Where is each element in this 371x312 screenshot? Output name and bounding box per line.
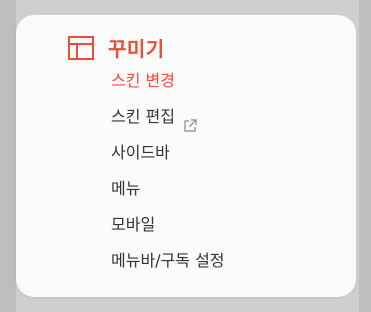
external-link-icon	[183, 110, 197, 132]
submenu-list: 스킨 변경 스킨 편집 사이드바 메뉴 모바일 메뉴바/구독 설정	[111, 63, 225, 279]
menu-item-menu[interactable]: 메뉴	[111, 171, 225, 207]
background-left	[0, 0, 16, 312]
menu-item-mobile[interactable]: 모바일	[111, 207, 225, 243]
section-title: 꾸미기	[108, 37, 165, 61]
section-header-customize[interactable]: 꾸미기	[68, 33, 165, 62]
menu-item-label: 사이드바	[111, 143, 170, 162]
menu-item-skin-edit[interactable]: 스킨 편집	[111, 99, 225, 135]
sidebar-menu-card: 꾸미기 스킨 변경 스킨 편집 사이드바 메뉴 모바일 메뉴바/구독 설정	[16, 15, 356, 297]
background-right	[359, 0, 371, 312]
layout-icon	[68, 35, 94, 60]
menu-item-label: 스킨 편집	[111, 107, 175, 126]
menu-item-menubar-subscribe-settings[interactable]: 메뉴바/구독 설정	[111, 243, 225, 279]
menu-item-label: 모바일	[111, 215, 156, 234]
menu-item-label: 스킨 변경	[111, 71, 175, 90]
menu-item-label: 메뉴바/구독 설정	[111, 251, 225, 270]
menu-item-label: 메뉴	[111, 179, 141, 198]
menu-item-sidebar[interactable]: 사이드바	[111, 135, 225, 171]
menu-item-skin-change[interactable]: 스킨 변경	[111, 63, 225, 99]
